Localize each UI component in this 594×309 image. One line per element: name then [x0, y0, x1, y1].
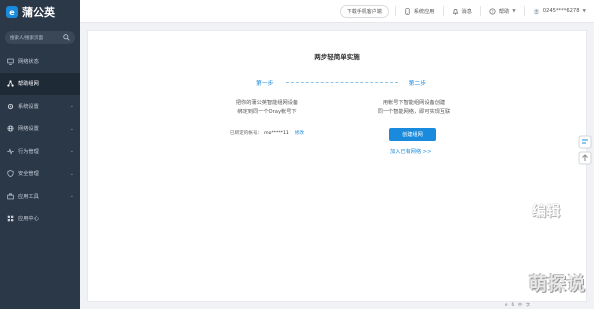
- step-one-description: 把你的蒲公英智能组网设备 绑定到同一个Oray帐号下: [228, 99, 306, 116]
- ime-item[interactable]: 中: [518, 302, 522, 309]
- step-connector: [286, 82, 398, 83]
- sidebar-item-label: 系统设置: [18, 103, 39, 110]
- help-button[interactable]: ? 帮助 ▼: [481, 0, 524, 22]
- sidebar-item-network-status[interactable]: 网络状态: [0, 50, 80, 73]
- step-indicator: 第一步 第二步: [256, 78, 426, 87]
- sidebar-item-behavior[interactable]: 行为管理 ⌄: [0, 140, 80, 163]
- messages-label: 消息: [461, 8, 472, 15]
- modify-account-link[interactable]: 修改: [295, 131, 304, 136]
- sidebar-item-system-settings[interactable]: 系统设置 ⌄: [0, 95, 80, 118]
- bound-account: 已绑定的帐号： mo*****11 修改: [230, 130, 304, 136]
- ime-item[interactable]: e: [505, 302, 507, 309]
- ime-item[interactable]: 6: [511, 302, 514, 309]
- page-title: 两步轻简单实施: [314, 53, 360, 61]
- search-icon: [63, 34, 70, 41]
- sidebar-item-security[interactable]: 安全管理 ⌄: [0, 163, 80, 186]
- sidebar-item-label: 网络状态: [18, 58, 39, 65]
- brand-name: 蒲公英: [22, 6, 55, 19]
- download-app-button[interactable]: 下载手机客户端: [339, 4, 389, 18]
- sidebar-item-smart-network[interactable]: 帮助组网: [0, 72, 80, 95]
- sidebar-item-label: 网络设置: [18, 126, 39, 133]
- brand-logo[interactable]: e 蒲公英: [0, 0, 80, 24]
- top-bar: 下载手机客户端 系统应用 消息 ? 帮助 ▼ 0245****6278 ▼: [80, 0, 594, 23]
- logo-icon: e: [6, 6, 18, 18]
- system-apps-button[interactable]: 系统应用: [396, 0, 443, 22]
- sidebar-item-label: 应用工具: [18, 193, 39, 200]
- messages-button[interactable]: 消息: [444, 0, 480, 22]
- chat-icon: [578, 135, 592, 149]
- help-icon: ?: [489, 7, 496, 15]
- create-network-button[interactable]: 创建组网: [389, 128, 436, 141]
- bound-account-value: mo*****11: [264, 131, 289, 136]
- user-menu[interactable]: 0245****6278 ▼: [525, 0, 594, 22]
- gear-icon: [7, 103, 14, 110]
- watermark: 萌探说: [529, 274, 586, 295]
- chevron-down-icon: ⌄: [69, 125, 74, 132]
- sidebar-item-network-settings[interactable]: 网络设置 ⌄: [0, 118, 80, 141]
- toolbox-icon: [7, 193, 14, 200]
- activity-icon: [7, 148, 14, 155]
- apps-icon: [405, 7, 410, 15]
- main-panel: 两步轻简单实施 第一步 第二步 把你的蒲公英智能组网设备 绑定到同一个Oray帐…: [87, 30, 587, 302]
- step-two-desc-line: 同一个智能网络，即可实现互联: [377, 108, 451, 115]
- sidebar-item-app-center[interactable]: 应用中心: [0, 208, 80, 231]
- globe-icon: [7, 125, 14, 132]
- help-label: 帮助: [498, 8, 510, 15]
- caret-down-icon: ▼: [582, 8, 586, 14]
- feedback-float-button[interactable]: [578, 135, 592, 149]
- step-one-label: 第一步: [256, 81, 274, 87]
- step-two-description: 用帐号下智能组网设备创建 同一个智能网络，即可实现互联: [370, 99, 458, 116]
- chevron-down-icon: ⌄: [69, 193, 74, 200]
- network-icon: [7, 80, 14, 87]
- step-two-label: 第二步: [408, 81, 426, 87]
- sidebar-item-tools[interactable]: 应用工具 ⌄: [0, 185, 80, 208]
- monitor-icon: [7, 58, 14, 65]
- sidebar-search-input[interactable]: 搜索人/搜索页面: [5, 31, 75, 44]
- bell-icon: [452, 8, 458, 15]
- user-account: 0245****6278: [542, 8, 580, 14]
- sidebar-menu: 网络状态 帮助组网 系统设置 ⌄ 网络设置 ⌄ 行为管理 ⌄ 安全管理 ⌄ 应用…: [0, 50, 80, 230]
- svg-text:?: ?: [491, 9, 493, 13]
- bound-account-label: 已绑定的帐号：: [230, 131, 263, 136]
- chevron-down-icon: ⌄: [69, 148, 74, 155]
- shield-icon: [7, 170, 14, 178]
- join-network-link[interactable]: 加入已有网络 >>: [390, 148, 431, 155]
- sidebar-item-label: 帮助组网: [18, 81, 39, 88]
- sidebar: e 蒲公英 搜索人/搜索页面 网络状态 帮助组网 系统设置 ⌄ 网络设置 ⌄ 行…: [0, 0, 80, 309]
- grid-icon: [7, 215, 14, 222]
- arrow-up-icon: [578, 151, 592, 165]
- caret-down-icon: ▼: [512, 8, 516, 14]
- input-method-bar: e 6 中 字: [505, 302, 530, 309]
- user-icon: [533, 8, 540, 14]
- watermark-badge: 编辑: [532, 204, 560, 220]
- chevron-down-icon: ⌄: [69, 170, 74, 177]
- system-apps-label: 系统应用: [413, 8, 435, 15]
- ime-item[interactable]: 字: [526, 302, 530, 309]
- back-to-top-button[interactable]: [578, 151, 592, 165]
- sidebar-item-label: 应用中心: [18, 216, 39, 223]
- sidebar-item-label: 安全管理: [18, 171, 39, 178]
- step-one-desc-line: 绑定到同一个Oray帐号下: [237, 108, 297, 115]
- chevron-down-icon: ⌄: [69, 103, 74, 110]
- step-one-desc-line: 把你的蒲公英智能组网设备: [235, 100, 299, 106]
- step-two-desc-line: 用帐号下智能组网设备创建: [382, 100, 446, 106]
- search-placeholder: 搜索人/搜索页面: [10, 35, 44, 41]
- sidebar-item-label: 行为管理: [18, 148, 39, 155]
